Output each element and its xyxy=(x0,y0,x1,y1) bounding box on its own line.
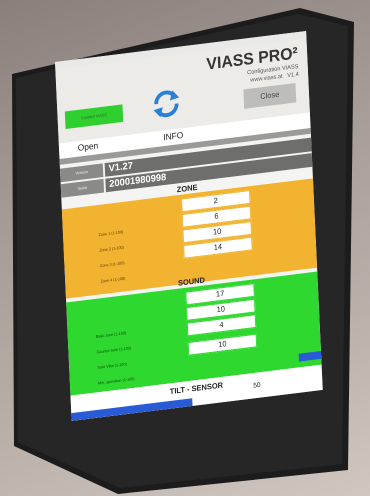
tab-open[interactable]: Open xyxy=(77,141,98,153)
min-operation-label: Min. operation (1-100) xyxy=(97,376,135,386)
app-screen: VIASS PRO² Configuration VIASS www.viass… xyxy=(55,30,323,421)
min-operation-input[interactable]: 10 xyxy=(187,333,258,356)
tilt-value[interactable]: 50 xyxy=(253,382,261,390)
close-button[interactable]: Close xyxy=(243,83,297,109)
zone-1-label: Zone 1 (1-100) xyxy=(98,229,124,238)
tone-vibe-label: Tone Vibe (1-100) xyxy=(97,361,127,370)
counter-tone-label: Counter tone (1-100) xyxy=(96,345,132,355)
connect-button[interactable]: Connect VIASS xyxy=(64,104,124,129)
basic-tone-label: Basic tone (1-100) xyxy=(95,330,127,339)
zone-4-label: Zone 4 (1-100) xyxy=(100,275,126,284)
zone-2-label: Zone 2 (1-100) xyxy=(99,244,125,253)
tab-info[interactable]: INFO xyxy=(163,130,183,142)
zone-3-label: Zone 3 (1-100) xyxy=(99,260,125,269)
refresh-icon[interactable] xyxy=(150,87,183,120)
